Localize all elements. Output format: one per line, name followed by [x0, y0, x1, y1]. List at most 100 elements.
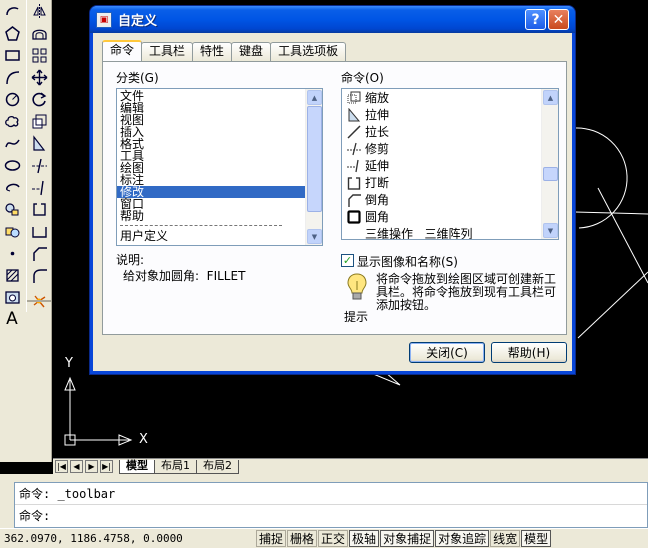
spline-tool-button[interactable]	[0, 132, 24, 154]
line-tool-button[interactable]	[0, 0, 24, 22]
list-item[interactable]: 插入	[117, 126, 322, 138]
extend-tool-button[interactable]	[27, 176, 51, 198]
revcloud-tool-button[interactable]	[0, 110, 24, 132]
command-item-break[interactable]: 打断	[342, 174, 558, 191]
show-icons-label: 显示图像和名称(S)	[357, 255, 458, 269]
stretch-tool-button[interactable]	[27, 132, 51, 154]
list-item[interactable]: 视图	[117, 114, 322, 126]
polar-toggle[interactable]: 极轴	[349, 530, 380, 547]
make-block-button[interactable]	[0, 220, 24, 242]
close-button[interactable]: 关闭(C)	[409, 342, 485, 363]
rectangle-tool-button[interactable]	[0, 44, 24, 66]
ellipse-tool-button[interactable]	[0, 154, 24, 176]
command-label: 三维操作 三维阵列	[365, 227, 473, 240]
point-icon	[10, 251, 14, 255]
tab-properties[interactable]: 特性	[192, 42, 233, 61]
dialog-titlebar[interactable]: ▣ 自定义 ? ✕	[90, 6, 575, 33]
modify-toolbar	[26, 0, 52, 312]
list-item[interactable]: 文件	[117, 90, 322, 102]
command-item-fillet[interactable]: 圆角	[342, 208, 558, 225]
region-tool-button[interactable]	[0, 286, 24, 308]
list-item[interactable]: 用户定义	[117, 230, 322, 242]
list-item[interactable]: 工具	[117, 150, 322, 162]
lineweight-toggle[interactable]: 线宽	[490, 530, 521, 547]
list-item[interactable]: 绘图	[117, 162, 322, 174]
commands-scrollbar[interactable]: ▲ ▼	[541, 89, 558, 239]
commands-listbox[interactable]: 缩放 拉伸 拉长 修剪 延伸 打断 倒角 圆角 三维操作 三维阵列 ▲ ▼	[341, 88, 559, 240]
model-space-toggle[interactable]: 模型	[521, 530, 552, 547]
osnap-toggle[interactable]: 对象捕捉	[380, 530, 435, 547]
list-item[interactable]: 标注	[117, 174, 322, 186]
line-icon	[5, 6, 19, 15]
ellipse-arc-tool-button[interactable]	[0, 176, 24, 198]
list-item[interactable]: 格式	[117, 138, 322, 150]
insert-block-button[interactable]	[0, 198, 24, 220]
hatch-tool-button[interactable]	[0, 264, 24, 286]
scroll-thumb[interactable]	[307, 106, 322, 212]
next-layout-button[interactable]: ▶	[85, 460, 98, 473]
trim-tool-button[interactable]	[27, 154, 51, 176]
array-tool-button[interactable]	[27, 44, 51, 66]
command-item-trim[interactable]: 修剪	[342, 140, 558, 157]
scroll-up-arrow[interactable]: ▲	[307, 90, 322, 105]
title-help-button[interactable]: ?	[525, 9, 546, 30]
lengthen-icon	[346, 124, 362, 140]
categories-listbox[interactable]: 文件 编辑 视图 插入 格式 工具 绘图 标注 修改 窗口 帮助 用户定义 ▲ …	[116, 88, 323, 246]
scroll-down-arrow[interactable]: ▼	[543, 223, 558, 238]
last-layout-button[interactable]: ▶|	[100, 460, 113, 473]
layout-tab-model[interactable]: 模型	[119, 459, 155, 474]
extend-icon	[346, 158, 362, 174]
tab-keyboard[interactable]: 键盘	[231, 42, 272, 61]
point-tool-button[interactable]	[0, 242, 24, 264]
rotate-tool-button[interactable]	[27, 88, 51, 110]
scroll-thumb[interactable]	[543, 167, 558, 181]
command-item-scale[interactable]: 缩放	[342, 89, 558, 106]
help-button[interactable]: 帮助(H)	[491, 342, 567, 363]
grid-toggle[interactable]: 栅格	[287, 530, 318, 547]
scroll-up-arrow[interactable]: ▲	[543, 90, 558, 105]
command-item-stretch[interactable]: 拉伸	[342, 106, 558, 123]
ortho-toggle[interactable]: 正交	[318, 530, 349, 547]
break-icon	[32, 201, 46, 216]
break-at-point-button[interactable]	[27, 220, 51, 242]
list-item-selected[interactable]: 修改	[117, 186, 305, 198]
layout-tab-layout1[interactable]: 布局1	[154, 459, 197, 474]
break-icon	[346, 175, 362, 191]
offset-tool-button[interactable]	[27, 22, 51, 44]
tab-tool-palettes[interactable]: 工具选项板	[270, 42, 347, 61]
scale-tool-button[interactable]	[27, 110, 51, 132]
title-close-button[interactable]: ✕	[548, 9, 569, 30]
layout-tab-layout2[interactable]: 布局2	[196, 459, 239, 474]
tab-toolbars[interactable]: 工具栏	[141, 42, 194, 61]
break-tool-button[interactable]	[27, 198, 51, 220]
command-item-chamfer[interactable]: 倒角	[342, 191, 558, 208]
mirror-tool-button[interactable]	[27, 0, 51, 22]
scroll-down-arrow[interactable]: ▼	[307, 229, 322, 244]
fillet-tool-button[interactable]	[27, 264, 51, 286]
list-item[interactable]: 编辑	[117, 102, 322, 114]
prev-layout-button[interactable]: ◀	[70, 460, 83, 473]
app-icon: ▣	[96, 11, 112, 28]
list-item[interactable]: 窗口	[117, 198, 322, 210]
explode-tool-button[interactable]	[27, 290, 51, 312]
polygon-tool-button[interactable]	[0, 22, 24, 44]
tab-commands[interactable]: 命令	[102, 40, 143, 61]
mtext-tool-button[interactable]: A	[0, 308, 24, 330]
fillet-icon	[346, 209, 362, 225]
first-layout-button[interactable]: |◀	[55, 460, 68, 473]
categories-scrollbar[interactable]: ▲ ▼	[305, 89, 322, 245]
otrack-toggle[interactable]: 对象追踪	[435, 530, 490, 547]
command-item-extend[interactable]: 延伸	[342, 157, 558, 174]
y-axis-label: Y	[65, 356, 73, 371]
command-item-lengthen[interactable]: 拉长	[342, 123, 558, 140]
chamfer-tool-button[interactable]	[27, 242, 51, 264]
snap-toggle[interactable]: 捕捉	[256, 530, 287, 547]
command-input-line[interactable]: 命令:	[15, 505, 647, 527]
circle-tool-button[interactable]	[0, 88, 24, 110]
arc-tool-button[interactable]	[0, 66, 24, 88]
move-tool-button[interactable]	[27, 66, 51, 88]
command-history: 命令: _toolbar 命令:	[14, 482, 648, 528]
command-item-3d-operation[interactable]: 三维操作 三维阵列	[342, 225, 558, 240]
show-icons-checkbox[interactable]: ✓	[341, 254, 354, 267]
list-item[interactable]: 帮助	[117, 210, 322, 222]
